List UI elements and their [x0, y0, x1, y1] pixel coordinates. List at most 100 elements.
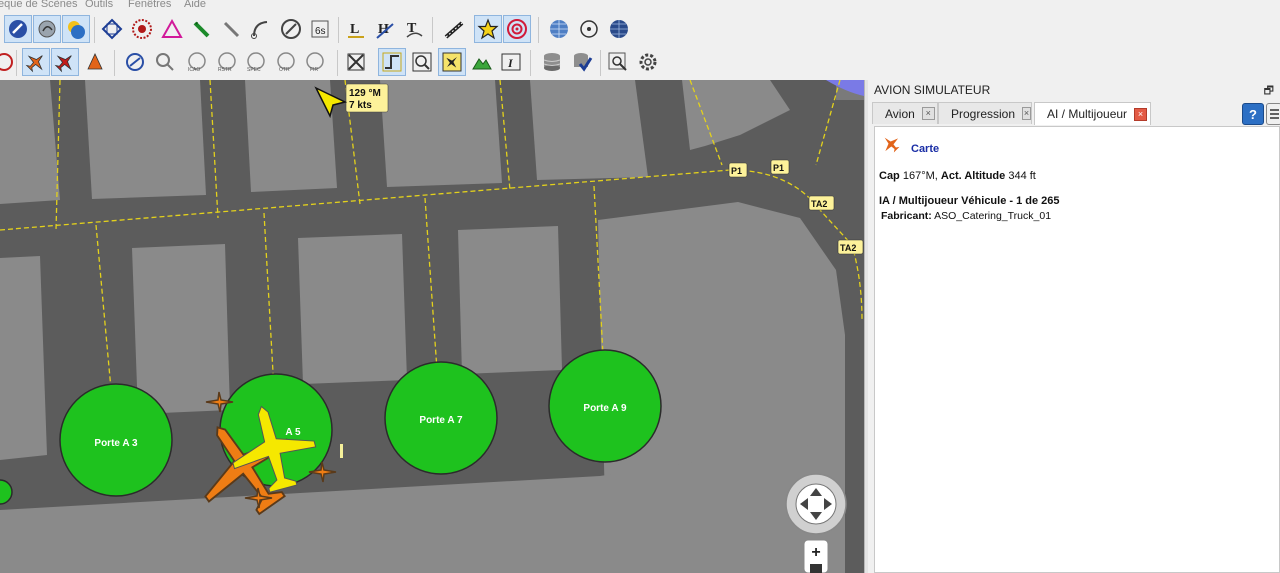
- heading-value: 167°M,: [902, 170, 938, 182]
- altitude-value: 344 ft: [1008, 170, 1036, 182]
- svg-text:SPEC: SPEC: [247, 67, 261, 73]
- search-icon[interactable]: [604, 48, 632, 76]
- airspace-icon[interactable]: [121, 48, 149, 76]
- apron-blocks: [0, 80, 864, 573]
- map-navigation-control[interactable]: [785, 473, 847, 535]
- label-h-icon[interactable]: H: [371, 15, 399, 43]
- pen-icon[interactable]: [188, 15, 216, 43]
- special-icon[interactable]: SPEC: [242, 48, 270, 76]
- line-icon[interactable]: [246, 15, 274, 43]
- airway-icon[interactable]: [98, 15, 126, 43]
- gate-label: A 5: [285, 427, 301, 438]
- taxiway-label: P1: [731, 166, 742, 176]
- svg-text:ICAO: ICAO: [188, 67, 200, 73]
- svg-text:7 kts: 7 kts: [349, 100, 372, 111]
- tab-label: Avion: [885, 106, 915, 121]
- ai-multiplayer-content: Carte Cap 167°M, Act. Altitude 344 ft IA…: [874, 126, 1280, 573]
- info-icon[interactable]: I: [497, 48, 525, 76]
- menu-windows[interactable]: Fenêtres: [128, 0, 171, 10]
- gate-label: Porte A 9: [583, 403, 627, 414]
- svg-text:129 °M: 129 °M: [349, 88, 381, 99]
- elevation-icon[interactable]: [468, 48, 496, 76]
- svg-text:6s: 6s: [315, 26, 326, 37]
- altitude-label: Act. Altitude: [940, 170, 1006, 182]
- tab-progression[interactable]: Progression ×: [938, 102, 1032, 124]
- tab-label: AI / Multijoueur: [1047, 107, 1128, 121]
- menu-bar: eque de Scènes Outils Fenêtres Aide: [0, 0, 1280, 13]
- zoom-in-button[interactable]: +: [803, 539, 829, 573]
- heading-label: Cap: [879, 170, 900, 182]
- vor-icon[interactable]: [128, 15, 156, 43]
- svg-text:?: ?: [1249, 107, 1257, 122]
- database-check-icon[interactable]: [568, 48, 596, 76]
- menu-scene-library[interactable]: eque de Scènes: [0, 0, 78, 10]
- zoom-icon[interactable]: [408, 48, 436, 76]
- circle-icon[interactable]: [575, 15, 603, 43]
- close-icon[interactable]: ×: [1022, 107, 1031, 120]
- simulator-aircraft-panel: AVION SIMULATEUR 🗗 Avion × Progression × A…: [868, 80, 1280, 573]
- runway-icon[interactable]: [440, 15, 468, 43]
- aircraft-ai-3-icon[interactable]: [81, 48, 109, 76]
- globe-dark-icon[interactable]: [605, 15, 633, 43]
- aircraft-ai-icon: [884, 137, 900, 153]
- other-icon[interactable]: OTR: [272, 48, 300, 76]
- aircraft-tooltip: 129 °M 7 kts: [345, 83, 389, 113]
- heading-altitude-line: Cap 167°M, Act. Altitude 344 ft: [879, 170, 1036, 182]
- svg-text:+: +: [811, 544, 820, 561]
- weather-icon[interactable]: [33, 15, 61, 43]
- taxiway-label: TA2: [811, 199, 827, 209]
- map-view[interactable]: Porte A 3 A 5 Porte A 7 Porte A 9 P1 P1 …: [0, 80, 864, 573]
- toolbar-secondary: ICAO RSTR SPEC OTR FIR I: [0, 45, 1280, 81]
- list-icon[interactable]: [1266, 103, 1280, 125]
- star-icon[interactable]: [474, 15, 502, 43]
- center-icon[interactable]: [342, 48, 370, 76]
- taxiway-label: TA2: [840, 243, 856, 253]
- help-icon[interactable]: ?: [1242, 103, 1264, 125]
- svg-text:RSTR: RSTR: [218, 67, 232, 73]
- svg-text:L: L: [350, 22, 359, 37]
- restore-icon[interactable]: 🗗: [1264, 82, 1274, 101]
- manufacturer-value: ASO_Catering_Truck_01: [934, 210, 1052, 222]
- marker: [340, 444, 343, 458]
- gate-circle: [0, 479, 13, 505]
- menu-tools[interactable]: Outils: [85, 0, 113, 10]
- manufacturer-line: Fabricant: ASO_Catering_Truck_01: [881, 210, 1051, 222]
- compass-icon[interactable]: [277, 15, 305, 43]
- restricted-icon[interactable]: RSTR: [213, 48, 241, 76]
- svg-text:OTR: OTR: [279, 67, 290, 73]
- gate-label: Porte A 7: [419, 415, 463, 426]
- map-icon[interactable]: [4, 15, 32, 43]
- tab-avion[interactable]: Avion ×: [872, 102, 938, 124]
- tab-ai-multiplayer[interactable]: AI / Multijoueur ×: [1034, 102, 1151, 125]
- database-icon[interactable]: [538, 48, 566, 76]
- close-icon[interactable]: ×: [1134, 107, 1148, 121]
- taxiway-label: P1: [773, 163, 784, 173]
- target-icon[interactable]: [503, 15, 531, 43]
- tab-label: Progression: [951, 106, 1016, 121]
- svg-text:I: I: [507, 56, 514, 70]
- panel-title: AVION SIMULATEUR: [874, 83, 991, 97]
- vehicle-header: IA / Multijoueur Véhicule - 1 de 265: [879, 195, 1060, 207]
- settings-icon[interactable]: [634, 48, 662, 76]
- aircraft-view-icon[interactable]: [438, 48, 466, 76]
- timer-icon[interactable]: 6s: [306, 15, 334, 43]
- menu-help[interactable]: Aide: [184, 0, 206, 10]
- manufacturer-label: Fabricant:: [881, 210, 932, 222]
- icao-icon[interactable]: ICAO: [183, 48, 211, 76]
- fir-icon[interactable]: FIR: [301, 48, 329, 76]
- label-t-icon[interactable]: T: [400, 15, 428, 43]
- map-link[interactable]: Carte: [911, 143, 939, 155]
- toolbar-main: 6s L H T: [0, 13, 1280, 45]
- ndb-icon[interactable]: [158, 15, 186, 43]
- close-icon[interactable]: ×: [921, 107, 935, 120]
- track-icon[interactable]: [378, 48, 406, 76]
- ruler-icon[interactable]: [217, 15, 245, 43]
- label-l-icon[interactable]: L: [342, 15, 370, 43]
- day-night-icon[interactable]: [62, 15, 90, 43]
- aircraft-ai-icon[interactable]: [22, 48, 50, 76]
- globe-icon[interactable]: [545, 15, 573, 43]
- gate-label: Porte A 3: [94, 438, 138, 449]
- airspace-2-icon[interactable]: [151, 48, 179, 76]
- aircraft-ai-2-icon[interactable]: [51, 48, 79, 76]
- svg-text:FIR: FIR: [310, 67, 318, 73]
